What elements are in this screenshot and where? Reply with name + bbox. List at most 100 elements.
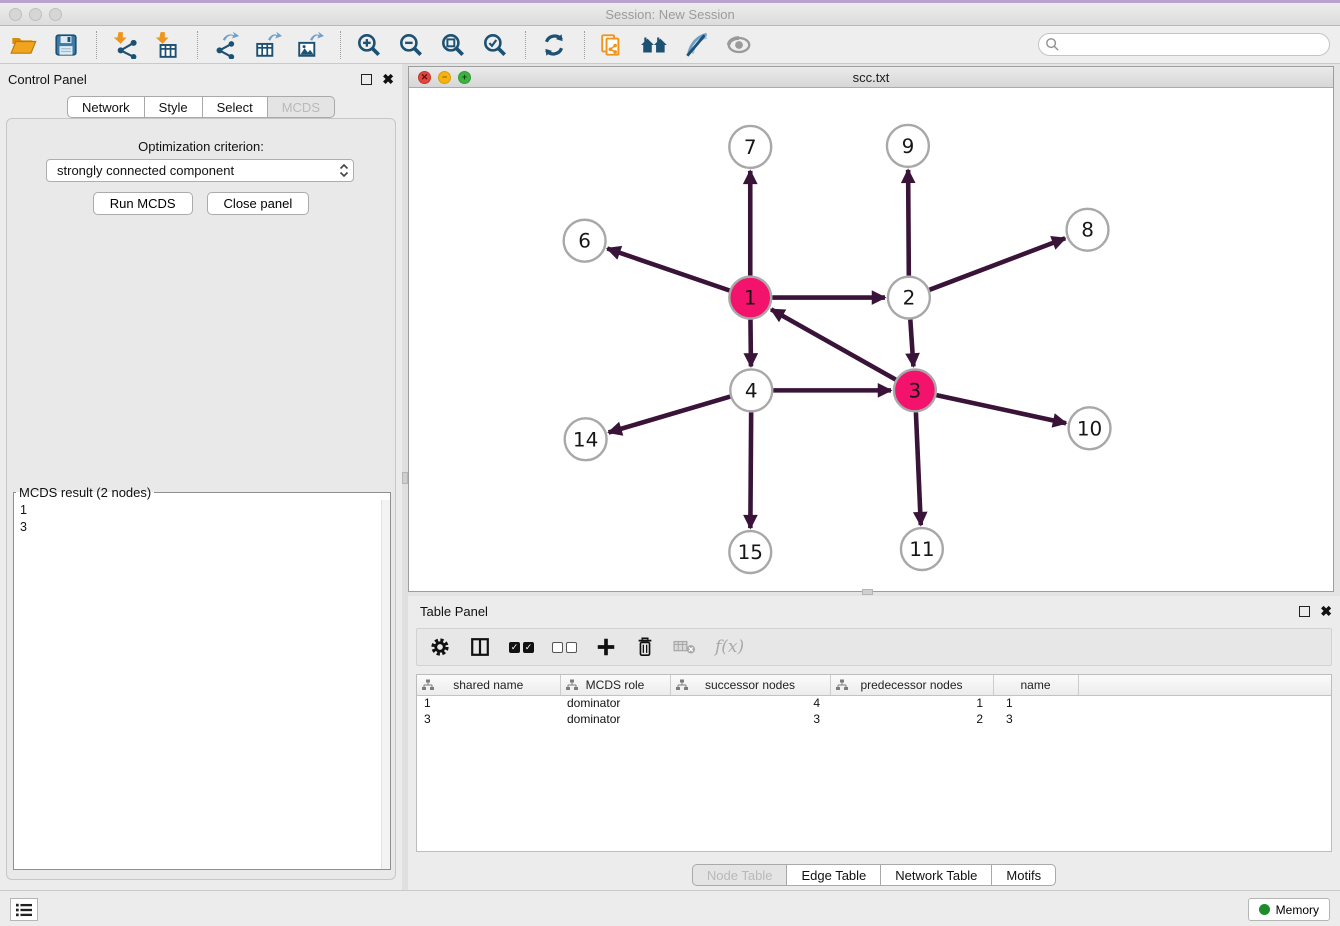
graph-edge-1-6[interactable]	[607, 248, 729, 290]
export-table-icon	[254, 31, 282, 59]
graph-node-label-4: 4	[745, 378, 758, 402]
result-scrollbar[interactable]	[381, 500, 390, 869]
graph-node-label-9: 9	[902, 134, 915, 158]
graph-edge-2-3[interactable]	[910, 320, 913, 367]
graph-edge-3-1[interactable]	[771, 309, 896, 379]
export-network-button[interactable]	[210, 29, 242, 61]
select-stepper-icon	[339, 163, 349, 178]
close-panel-icon[interactable]: ✖	[1320, 606, 1332, 617]
table-settings-button[interactable]	[429, 636, 451, 658]
mcds-result-box: MCDS result (2 nodes) 1 3	[13, 485, 391, 870]
refresh-button[interactable]	[538, 29, 570, 61]
table-toolbar: ✓ ✓	[416, 628, 1332, 666]
cell-name[interactable]: 1	[993, 695, 1078, 711]
tab-network[interactable]: Network	[67, 96, 144, 118]
tab-motifs[interactable]: Motifs	[991, 864, 1056, 886]
close-panel-icon[interactable]: ✖	[382, 74, 394, 85]
show-columns-button[interactable]	[469, 636, 491, 658]
control-panel: Control Panel ✖ Network Style Select MCD…	[0, 64, 402, 890]
zoom-fit-icon	[439, 31, 467, 59]
cell-mcds-role[interactable]: dominator	[560, 711, 670, 727]
float-panel-icon[interactable]	[361, 74, 372, 85]
mcds-result-text[interactable]: 1 3	[14, 500, 390, 869]
graph-edge-4-14[interactable]	[609, 397, 731, 433]
search-input[interactable]	[1060, 36, 1329, 54]
column-header-name[interactable]: name	[993, 675, 1078, 695]
network-graph[interactable]: 7968124314101511	[409, 88, 1333, 591]
graph-edge-2-9[interactable]	[908, 170, 909, 276]
network-canvas[interactable]: 7968124314101511	[409, 88, 1333, 591]
zoom-fit-button[interactable]	[437, 29, 469, 61]
cell-predecessor-nodes[interactable]: 1	[830, 695, 993, 711]
graph-edge-3-11[interactable]	[916, 412, 921, 525]
column-label: predecessor nodes	[860, 678, 962, 692]
result-line: 1	[20, 502, 384, 519]
import-network-button[interactable]	[109, 29, 141, 61]
toolbar-separator	[340, 31, 341, 59]
network-window-titlebar[interactable]: ✕ − + scc.txt	[409, 67, 1333, 88]
graph-edge-2-8[interactable]	[929, 238, 1065, 290]
paintbrush-icon	[683, 31, 711, 59]
column-header-predecessor-nodes[interactable]: predecessor nodes	[830, 675, 993, 695]
cell-name[interactable]: 3	[993, 711, 1078, 727]
main-area: Control Panel ✖ Network Style Select MCD…	[0, 64, 1340, 890]
attribute-icon	[676, 679, 688, 691]
cell-mcds-role[interactable]: dominator	[560, 695, 670, 711]
close-panel-button[interactable]: Close panel	[207, 192, 310, 215]
run-mcds-button[interactable]: Run MCDS	[93, 192, 193, 215]
cell-successor-nodes[interactable]: 3	[670, 711, 830, 727]
attribute-icon	[422, 679, 434, 691]
tab-edge-table[interactable]: Edge Table	[786, 864, 880, 886]
criterion-select[interactable]: strongly connected component	[46, 159, 354, 182]
window-title: Session: New Session	[0, 7, 1340, 22]
tab-select[interactable]: Select	[202, 96, 267, 118]
column-header-shared-name[interactable]: shared name	[417, 675, 560, 695]
divider-handle[interactable]	[862, 589, 873, 595]
add-column-button[interactable]	[595, 636, 617, 658]
save-session-button[interactable]	[50, 29, 82, 61]
delete-column-button[interactable]	[635, 636, 655, 658]
table-row[interactable]: 1 dominator 4 1 1	[417, 695, 1331, 711]
cell-successor-nodes[interactable]: 4	[670, 695, 830, 711]
node-table: shared name MCDS role successor nodes	[416, 674, 1332, 852]
tab-network-table[interactable]: Network Table	[880, 864, 991, 886]
zoom-selected-button[interactable]	[479, 29, 511, 61]
cell-shared-name[interactable]: 1	[417, 695, 560, 711]
graph-edge-3-10[interactable]	[936, 395, 1066, 423]
table-panel-title: Table Panel	[420, 604, 1299, 619]
first-neighbors-button[interactable]	[639, 29, 671, 61]
cell-predecessor-nodes[interactable]: 2	[830, 711, 993, 727]
task-history-button[interactable]	[10, 898, 38, 921]
deselect-all-button[interactable]	[552, 642, 577, 653]
table-row[interactable]: 3 dominator 3 2 3	[417, 711, 1331, 727]
attribute-icon	[566, 679, 578, 691]
apply-style-button[interactable]	[681, 29, 713, 61]
clone-network-button[interactable]	[597, 29, 629, 61]
memory-button[interactable]: Memory	[1248, 898, 1330, 921]
open-session-button[interactable]	[8, 29, 40, 61]
cell-shared-name[interactable]: 3	[417, 711, 560, 727]
function-builder-button[interactable]: f(x)	[715, 637, 744, 657]
float-panel-icon[interactable]	[1299, 606, 1310, 617]
export-table-button[interactable]	[252, 29, 284, 61]
column-header-successor-nodes[interactable]: successor nodes	[670, 675, 830, 695]
show-hide-button[interactable]	[723, 29, 755, 61]
table-panel-tabs: Node Table Edge Table Network Table Moti…	[408, 864, 1340, 886]
graph-edge-4-15[interactable]	[750, 412, 751, 528]
column-header-mcds-role[interactable]: MCDS role	[560, 675, 670, 695]
export-image-button[interactable]	[294, 29, 326, 61]
zoom-in-button[interactable]	[353, 29, 385, 61]
tab-mcds[interactable]: MCDS	[267, 96, 335, 118]
zoom-out-button[interactable]	[395, 29, 427, 61]
tab-node-table[interactable]: Node Table	[692, 864, 787, 886]
tab-style[interactable]: Style	[144, 96, 202, 118]
mcds-buttons-row: Run MCDS Close panel	[7, 192, 395, 215]
network-window: ✕ − + scc.txt 7968124314101511	[408, 66, 1334, 592]
optimization-criterion-label: Optimization criterion:	[7, 139, 395, 154]
column-label: MCDS role	[586, 678, 645, 692]
select-all-button[interactable]: ✓ ✓	[509, 642, 534, 653]
search-box[interactable]	[1038, 33, 1330, 56]
import-table-button[interactable]	[151, 29, 183, 61]
delete-table-button[interactable]	[673, 637, 697, 657]
memory-label: Memory	[1276, 903, 1319, 917]
